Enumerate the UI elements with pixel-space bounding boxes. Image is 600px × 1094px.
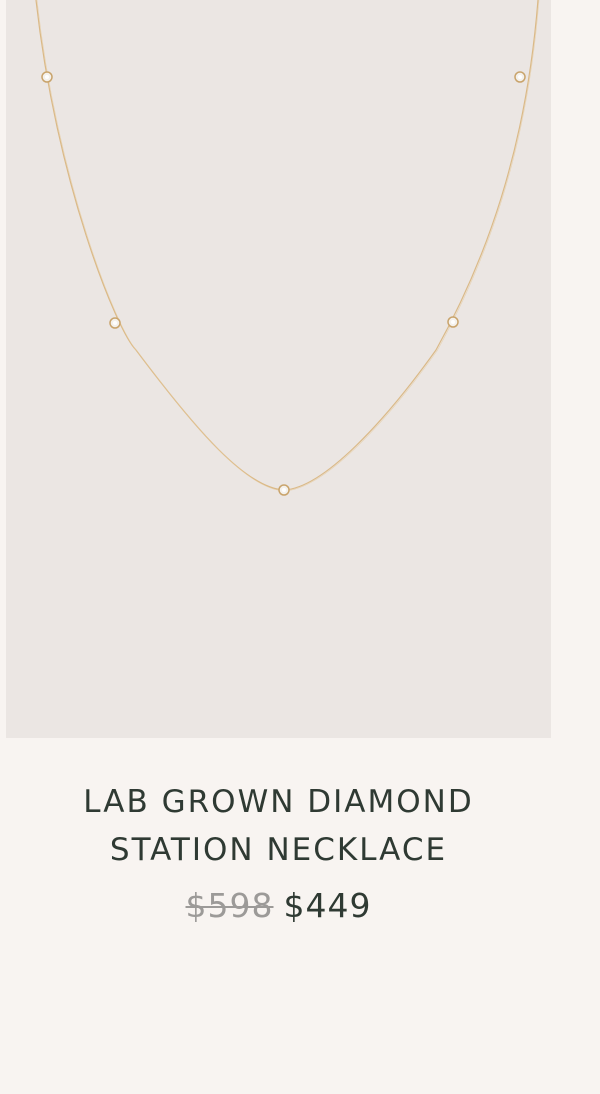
original-price: $598	[185, 886, 274, 925]
product-title-line-2: STATION NECKLACE	[109, 832, 448, 868]
product-card[interactable]: LAB GROWN DIAMOND STATION NECKLACE $598 $…	[0, 0, 600, 1094]
product-image[interactable]	[6, 0, 551, 738]
price-block: $598 $449	[6, 886, 551, 926]
product-title[interactable]: LAB GROWN DIAMOND STATION NECKLACE	[6, 778, 551, 874]
diamond-station-icon	[278, 484, 290, 496]
product-title-line-1: LAB GROWN DIAMOND	[83, 784, 474, 820]
diamond-station-icon	[109, 317, 121, 329]
diamond-station-icon	[447, 316, 459, 328]
diamond-station-icon	[514, 71, 526, 83]
diamond-station-icon	[41, 71, 53, 83]
necklace-chain	[35, 0, 539, 491]
necklace-icon	[35, 0, 540, 496]
diamond-stations	[41, 71, 526, 496]
sale-price: $449	[283, 886, 372, 925]
product-info: LAB GROWN DIAMOND STATION NECKLACE $598 $…	[6, 778, 551, 926]
